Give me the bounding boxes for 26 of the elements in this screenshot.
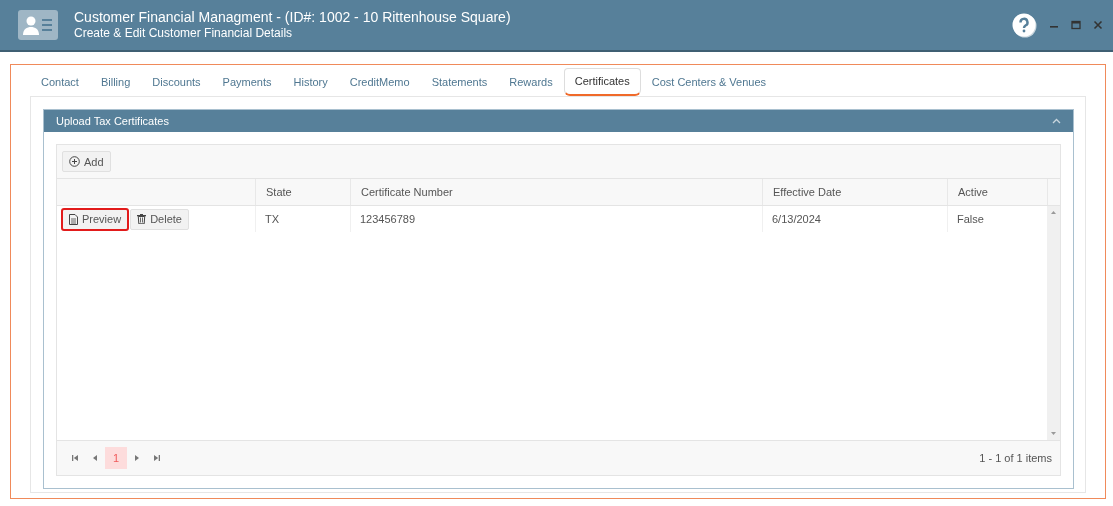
chevron-icon[interactable] [1052, 118, 1061, 124]
maximize-icon[interactable] [1071, 20, 1081, 30]
column-header[interactable]: State [255, 179, 350, 205]
panel-header[interactable]: Upload Tax Certificates [44, 110, 1073, 132]
preview-button[interactable]: Preview [62, 208, 129, 230]
column-header[interactable]: Effective Date [762, 179, 947, 205]
column-header[interactable]: Active [947, 179, 1047, 205]
page-button[interactable]: 1 [105, 447, 127, 469]
column-header[interactable]: Certificate Number [350, 179, 762, 205]
window-title: Customer Financial Managment - (ID#: 1002 - 10 Rittenhouse Square) [74, 9, 512, 26]
delete-button[interactable]: Delete [130, 208, 189, 230]
tab[interactable]: Certificates [563, 68, 641, 96]
plus-circle-icon [69, 156, 80, 167]
contact-card-icon [18, 10, 58, 40]
table-cell: 123456789 [350, 206, 762, 232]
table-cell: 6/13/2024 [762, 206, 947, 232]
window-subtitle: Create & Edit Customer Financial Details [74, 26, 294, 41]
add-button[interactable]: Add [62, 151, 111, 172]
document-icon [69, 213, 78, 225]
close-icon[interactable] [1093, 20, 1103, 30]
scrollbar[interactable] [1047, 206, 1060, 440]
help-icon[interactable] [1012, 12, 1037, 38]
table-cell: TX [255, 206, 350, 232]
pager-summary: 1 - 1 of 1 items [979, 452, 1052, 464]
trash-icon [137, 214, 147, 224]
panel-title: Upload Tax Certificates [56, 115, 169, 127]
